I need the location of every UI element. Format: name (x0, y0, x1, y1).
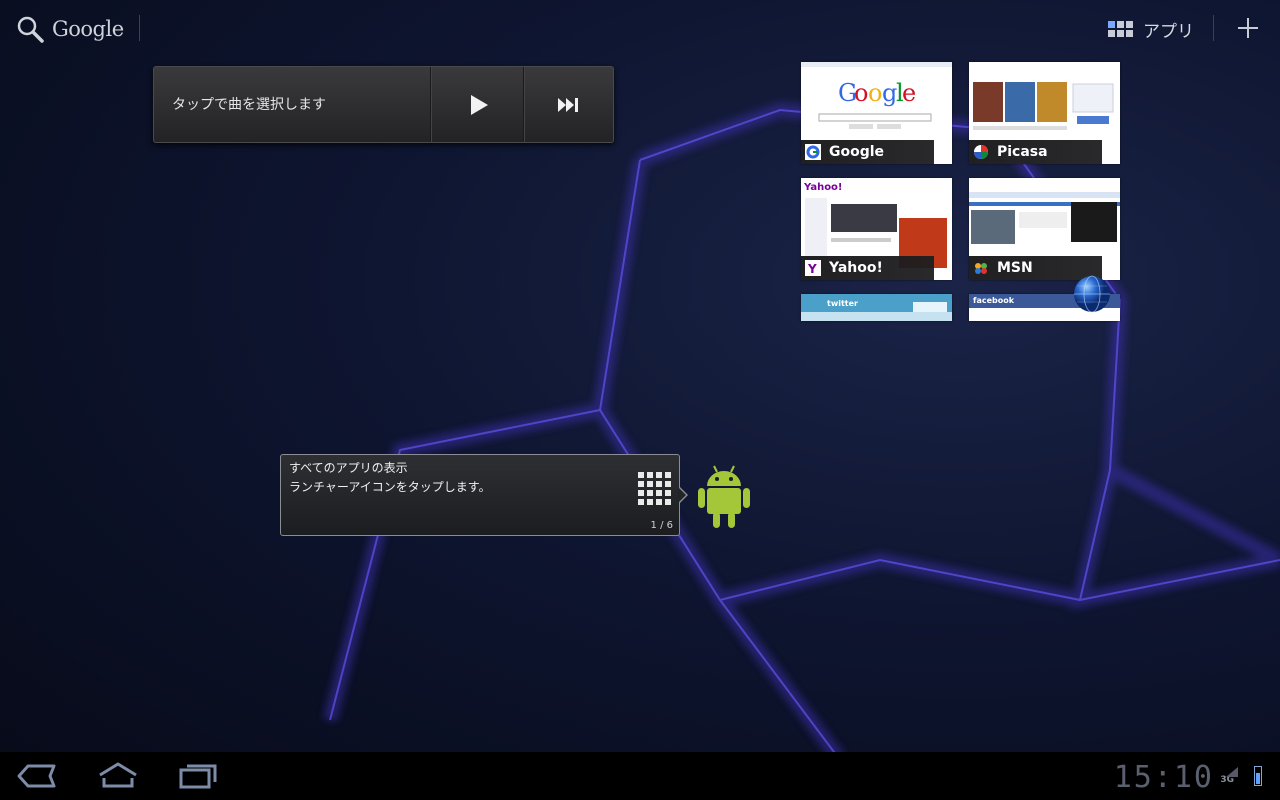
bookmark-name: Yahoo! (829, 260, 883, 276)
tooltip-text: ランチャーアイコンをタップします。 (289, 480, 491, 494)
tooltip-title: すべてのアプリの表示 (289, 461, 408, 475)
thumbnail-text: twitter (827, 299, 858, 308)
divider (139, 15, 140, 41)
status-clock[interactable]: 15:10 (1114, 760, 1214, 795)
launcher-tooltip: すべてのアプリの表示 ランチャーアイコンをタップします。 1 / 6 (280, 454, 680, 536)
home-button-icon[interactable] (96, 760, 140, 792)
play-icon (471, 94, 488, 115)
skip-next-icon (558, 97, 578, 112)
battery-charging-icon (1254, 766, 1262, 786)
recent-apps-button-icon[interactable] (177, 760, 219, 792)
music-widget: タップで曲を選択します (153, 66, 614, 143)
bookmark-caption: Y Yahoo! (801, 256, 952, 280)
bookmark-name: Picasa (997, 144, 1048, 160)
bookmark-name: MSN (997, 260, 1033, 276)
svg-text:o: o (868, 79, 882, 107)
music-title[interactable]: タップで曲を選択します (172, 94, 326, 114)
picasa-favicon-icon (974, 145, 988, 159)
tooltip-arrow (678, 487, 686, 503)
divider (430, 67, 431, 142)
bookmark-msn[interactable]: MSN (969, 178, 1120, 280)
bookmark-name: Google (829, 144, 885, 160)
apps-grid-icon (1108, 21, 1133, 37)
launcher-grid-icon (638, 472, 671, 505)
svg-text:o: o (854, 79, 868, 107)
bookmark-caption: Google (801, 140, 952, 164)
divider (1213, 15, 1214, 41)
bookmark-picasa[interactable]: Picasa (969, 62, 1120, 164)
thumbnail-text: facebook (973, 296, 1015, 305)
back-button-icon[interactable] (16, 760, 58, 792)
svg-text:e: e (902, 79, 916, 107)
bookmark-twitter[interactable]: twitter (801, 294, 952, 321)
svg-text:Y: Y (807, 262, 817, 276)
yahoo-favicon-icon: Y (805, 260, 821, 276)
browser-globe-icon[interactable] (1072, 274, 1112, 314)
next-button[interactable] (524, 67, 614, 142)
add-icon[interactable] (1236, 14, 1260, 42)
svg-text:Yahoo!: Yahoo! (803, 182, 843, 193)
search-icon (17, 16, 44, 43)
signal-strength-icon (1226, 767, 1238, 777)
search-label: Google (52, 17, 124, 41)
twitter-thumbnail (801, 294, 952, 321)
apps-button[interactable]: アプリ (1108, 14, 1194, 44)
tooltip-page-indicator: 1 / 6 (650, 520, 673, 531)
bookmark-caption: Picasa (969, 140, 1120, 164)
play-button[interactable] (434, 67, 524, 142)
google-search-button[interactable]: Google (16, 12, 124, 46)
apps-label: アプリ (1143, 21, 1194, 42)
bookmark-google[interactable]: G o o g l e Google (801, 62, 952, 164)
msn-favicon-icon (975, 263, 987, 274)
bookmark-yahoo[interactable]: Yahoo! Y Yahoo! (801, 178, 952, 280)
google-favicon-icon (805, 144, 821, 160)
android-robot-icon (698, 465, 750, 528)
